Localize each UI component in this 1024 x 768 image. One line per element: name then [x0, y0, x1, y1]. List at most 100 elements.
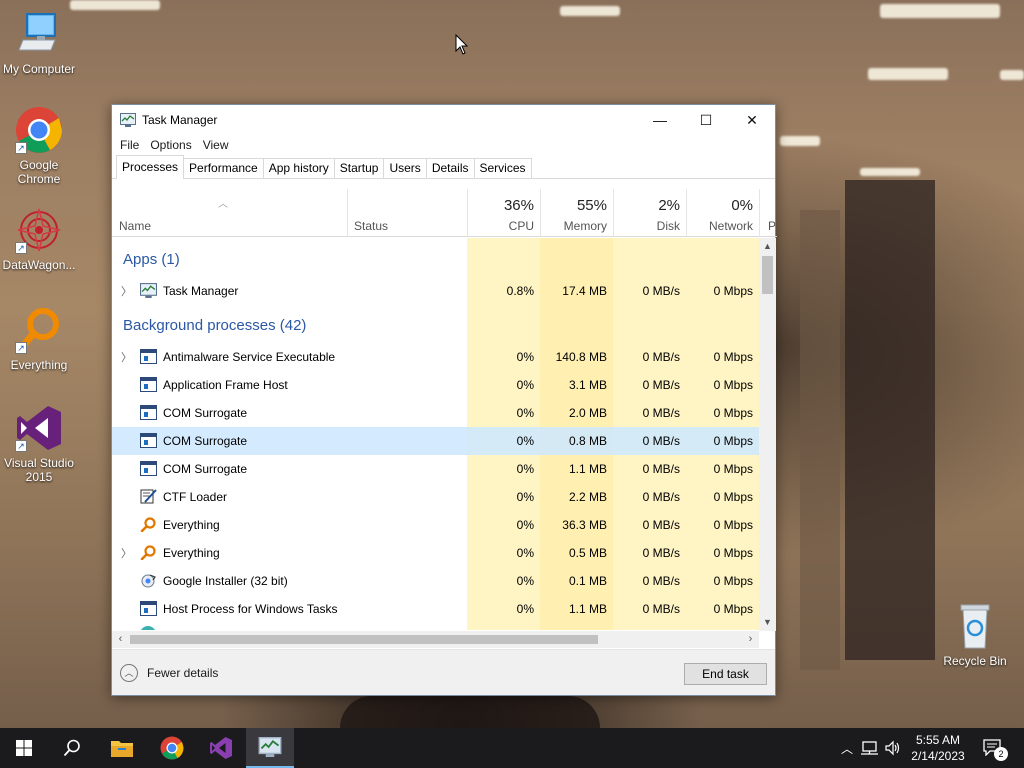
search-icon [63, 739, 80, 757]
taskbar-chrome[interactable] [148, 728, 196, 768]
expand-chevron-icon[interactable]: 〉 [121, 283, 132, 299]
tab-users[interactable]: Users [383, 158, 427, 178]
expand-chevron-icon[interactable]: 〉 [121, 545, 132, 561]
column-disk[interactable]: 2% Disk [613, 189, 686, 237]
close-button[interactable]: ✕ [729, 105, 775, 135]
scroll-right-icon[interactable]: › [742, 631, 759, 648]
column-name[interactable]: Name [112, 189, 347, 237]
chevron-up-icon[interactable]: ︿ [838, 740, 856, 757]
network-icon[interactable] [860, 740, 880, 756]
file-explorer-icon [111, 741, 133, 757]
fewer-details-button[interactable]: ︿ Fewer details [120, 664, 218, 682]
menu-options[interactable]: Options [146, 138, 195, 152]
cpu-value: 0% [516, 350, 534, 364]
column-name-label: Name [119, 219, 152, 233]
desktop-icon-visual-studio[interactable]: ↗ Visual Studio 2015 [1, 404, 77, 484]
process-name: COM Surrogate [163, 406, 248, 420]
desktop-icon-label: Visual Studio 2015 [4, 456, 74, 484]
process-name: CTF Loader [163, 490, 228, 504]
tab-details[interactable]: Details [425, 158, 475, 178]
taskbar-clock[interactable]: 5:55 AM 2/14/2023 [905, 732, 971, 764]
horizontal-scroll-thumb[interactable] [130, 635, 598, 644]
cpu-value: 0% [516, 574, 534, 588]
table-row[interactable]: 〉 Everything 0% 0.5 MB 0 MB/s 0 Mbps [112, 539, 759, 567]
taskbar-task-manager[interactable] [246, 728, 294, 768]
shortcut-arrow-icon: ↗ [15, 242, 27, 254]
table-row[interactable]: Application Frame Host 0% 3.1 MB 0 MB/s … [112, 371, 759, 399]
tab-startup[interactable]: Startup [333, 158, 385, 178]
notification-button[interactable]: 2 [982, 738, 1008, 761]
cpu-label: CPU [508, 219, 534, 233]
vertical-scroll-thumb[interactable] [762, 256, 773, 294]
column-network[interactable]: 0% Network [686, 189, 759, 237]
cpu-value: 0% [516, 546, 534, 560]
disk-value: 0 MB/s [642, 602, 680, 616]
vertical-scrollbar[interactable]: ▲ ▼ [759, 238, 776, 631]
network-value: 0 Mbps [713, 546, 753, 560]
wallpaper-light [860, 168, 920, 176]
title-bar[interactable]: Task Manager — ☐ ✕ [112, 105, 775, 135]
tab-app-history[interactable]: App history [262, 158, 335, 178]
everything-icon [140, 545, 156, 560]
table-row-selected[interactable]: COM Surrogate 0% 0.8 MB 0 MB/s 0 Mbps [112, 427, 759, 455]
table-row[interactable]: COM Surrogate 0% 1.1 MB 0 MB/s 0 Mbps [112, 455, 759, 483]
desktop-icon-datawagon[interactable]: ↗ DataWagon... [1, 206, 77, 272]
chrome-icon [160, 736, 184, 760]
disk-label: Disk [656, 219, 680, 233]
scroll-down-icon[interactable]: ▼ [759, 614, 776, 631]
search-button[interactable] [48, 728, 96, 768]
tab-performance[interactable]: Performance [183, 158, 264, 178]
scroll-up-icon[interactable]: ▲ [759, 238, 776, 255]
menu-view[interactable]: View [199, 138, 233, 152]
cpu-value: 0% [516, 378, 534, 392]
table-row[interactable]: 〉 Antimalware Service Executable 0% 140.… [112, 343, 759, 371]
desktop-icon-recycle-bin[interactable]: Recycle Bin [937, 602, 1013, 668]
cpu-value: 0% [516, 406, 534, 420]
column-status[interactable]: Status [347, 189, 467, 237]
column-power[interactable]: P [759, 189, 776, 237]
scroll-left-icon[interactable]: ‹ [112, 631, 129, 648]
disk-value: 0 MB/s [642, 284, 680, 298]
disk-value: 0 MB/s [642, 406, 680, 420]
wallpaper-pillar [800, 210, 840, 670]
table-row[interactable]: Everything 0% 36.3 MB 0 MB/s 0 Mbps [112, 511, 759, 539]
memory-value: 36.3 MB [562, 518, 607, 532]
taskbar-file-explorer[interactable] [98, 728, 146, 768]
desktop-icon-google-chrome[interactable]: ↗ Google Chrome [1, 106, 77, 186]
process-name: Antimalware Service Executable [163, 350, 336, 364]
volume-icon[interactable] [884, 740, 902, 756]
desktop-icon-my-computer[interactable]: My Computer [1, 10, 77, 76]
datawagon-icon: ↗ [15, 206, 63, 254]
table-row[interactable]: COM Surrogate 0% 2.0 MB 0 MB/s 0 Mbps [112, 399, 759, 427]
start-button[interactable] [0, 728, 48, 768]
table-row[interactable]: CTF Loader 0% 2.2 MB 0 MB/s 0 Mbps [112, 483, 759, 511]
desktop-icon-everything[interactable]: ↗ Everything [1, 306, 77, 372]
taskbar-visual-studio[interactable] [197, 728, 245, 768]
column-cpu[interactable]: 36% CPU [467, 189, 540, 237]
memory-value: 17.4 MB [562, 284, 607, 298]
memory-value: 140.8 MB [555, 350, 607, 364]
minimize-button[interactable]: — [637, 105, 683, 135]
everything-icon: ↗ [15, 306, 63, 354]
tab-services[interactable]: Services [473, 158, 532, 178]
table-row[interactable]: Google Installer (32 bit) 0% 0.1 MB 0 MB… [112, 567, 759, 595]
disk-value: 0 MB/s [642, 350, 680, 364]
maximize-button[interactable]: ☐ [683, 105, 729, 135]
network-label: Network [708, 219, 753, 233]
table-row[interactable]: Host Process for Windows Tasks 0% 1.1 MB… [112, 595, 759, 623]
network-value: 0 Mbps [713, 462, 753, 476]
menu-file[interactable]: File [116, 138, 143, 152]
disk-percent: 2% [658, 197, 680, 214]
shortcut-arrow-icon: ↗ [15, 142, 27, 154]
horizontal-scrollbar[interactable]: ‹ › [112, 631, 759, 648]
network-value: 0 Mbps [713, 574, 753, 588]
column-memory[interactable]: 55% Memory [540, 189, 613, 237]
end-task-button[interactable]: End task [684, 663, 767, 685]
network-value: 0 Mbps [713, 518, 753, 532]
table-row[interactable]: 〉 Task Manager 0.8% 17.4 MB 0 MB/s 0 Mbp… [112, 277, 759, 305]
disk-value: 0 MB/s [642, 434, 680, 448]
expand-chevron-icon[interactable]: 〉 [121, 349, 132, 365]
tab-processes[interactable]: Processes [116, 155, 185, 179]
network-percent: 0% [731, 197, 753, 214]
cpu-value: 0% [516, 518, 534, 532]
